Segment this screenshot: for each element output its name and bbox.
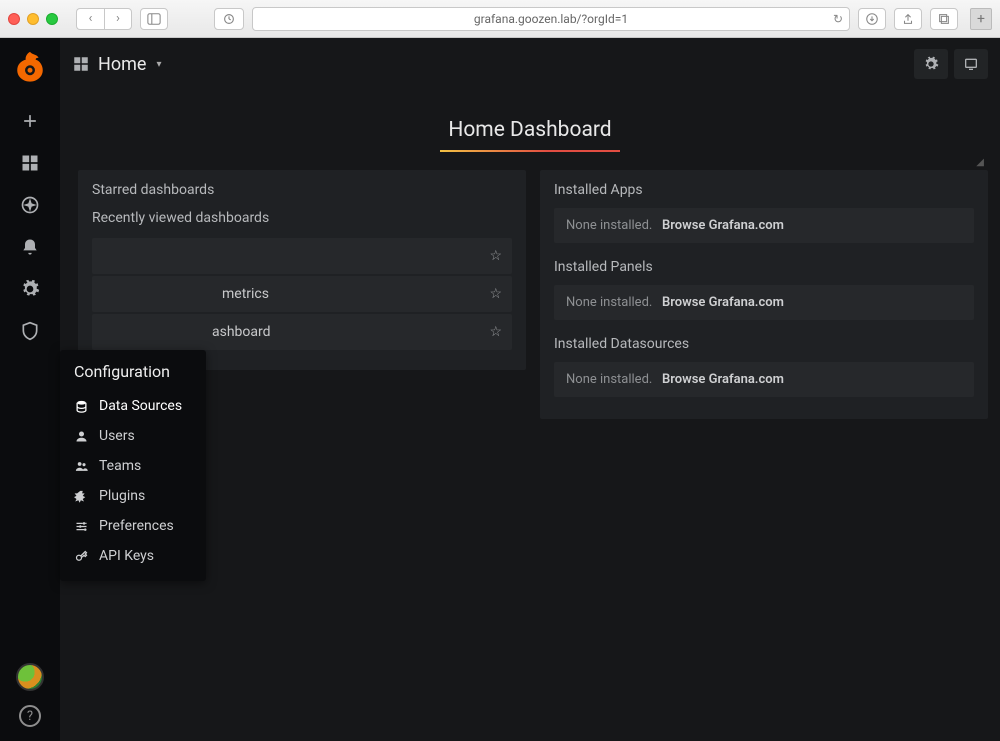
back-button[interactable]: ‹ [76, 8, 104, 30]
tabs-button[interactable] [930, 8, 958, 30]
dashboard-row-label: metrics [222, 286, 269, 302]
installed-apps-title: Installed Apps [554, 182, 974, 198]
minimize-window-button[interactable] [27, 13, 39, 25]
dashboard-row[interactable]: ☆ [92, 238, 512, 274]
star-icon[interactable]: ☆ [489, 286, 502, 302]
settings-button[interactable] [914, 49, 948, 79]
dashboard-picker[interactable]: Home ▾ [72, 54, 161, 75]
flyout-label: Plugins [99, 488, 145, 504]
sidebar-dashboards[interactable] [0, 142, 60, 184]
url-bar[interactable]: grafana.goozen.lab/?orgId=1 ↻ [252, 7, 850, 31]
sidebar: ? [0, 38, 60, 741]
dashboards-icon [72, 55, 90, 73]
configuration-flyout: Configuration Data Sources Users Teams P… [60, 350, 206, 581]
none-text: None installed. [566, 295, 652, 310]
flyout-item-data-sources[interactable]: Data Sources [60, 391, 206, 421]
reload-icon[interactable]: ↻ [833, 12, 843, 26]
star-icon[interactable]: ☆ [489, 324, 502, 340]
maximize-window-button[interactable] [46, 13, 58, 25]
flyout-title: Configuration [60, 360, 206, 391]
flyout-item-api-keys[interactable]: API Keys [60, 541, 206, 571]
dashboard-list-panel: Starred dashboards Recently viewed dashb… [78, 170, 526, 370]
new-tab-button[interactable]: + [970, 8, 992, 30]
share-button[interactable] [894, 8, 922, 30]
starred-title: Starred dashboards [92, 182, 512, 198]
dashboard-row-label: ashboard [212, 324, 271, 340]
dashboard-row[interactable]: metrics ☆ [92, 276, 512, 312]
flyout-label: Teams [99, 458, 141, 474]
hero: Home Dashboard ◢ [60, 90, 1000, 170]
installed-datasources-box: None installed. Browse Grafana.com [554, 362, 974, 397]
close-window-button[interactable] [8, 13, 20, 25]
flyout-label: Data Sources [99, 398, 182, 414]
browse-link[interactable]: Browse Grafana.com [662, 295, 784, 310]
installed-apps-box: None installed. Browse Grafana.com [554, 208, 974, 243]
help-button[interactable]: ? [19, 705, 41, 727]
browser-chrome: ‹ › grafana.goozen.lab/?orgId=1 ↻ + [0, 0, 1000, 38]
installed-panels-box: None installed. Browse Grafana.com [554, 285, 974, 320]
installed-datasources-title: Installed Datasources [554, 336, 974, 352]
none-text: None installed. [566, 218, 652, 233]
window-controls [8, 13, 58, 25]
page-title: Home Dashboard [448, 118, 611, 142]
flyout-item-preferences[interactable]: Preferences [60, 511, 206, 541]
flyout-label: API Keys [99, 548, 154, 564]
right-column: Installed Apps None installed. Browse Gr… [540, 170, 988, 729]
breadcrumb-text: Home [98, 54, 146, 75]
dashboard-row[interactable]: ashboard ☆ [92, 314, 512, 350]
recent-title: Recently viewed dashboards [92, 210, 512, 226]
cycle-view-button[interactable] [954, 49, 988, 79]
grafana-app: ? Configuration Data Sources Users Teams… [0, 38, 1000, 741]
user-avatar[interactable] [16, 663, 44, 691]
grafana-logo[interactable] [12, 48, 48, 84]
star-icon[interactable]: ☆ [489, 248, 502, 264]
flyout-item-users[interactable]: Users [60, 421, 206, 451]
downloads-button[interactable] [858, 8, 886, 30]
none-text: None installed. [566, 372, 652, 387]
flyout-item-teams[interactable]: Teams [60, 451, 206, 481]
sidebar-toggle-button[interactable] [140, 8, 168, 30]
browse-link[interactable]: Browse Grafana.com [662, 372, 784, 387]
flyout-label: Users [99, 428, 135, 444]
sidebar-explore[interactable] [0, 184, 60, 226]
browse-link[interactable]: Browse Grafana.com [662, 218, 784, 233]
forward-button[interactable]: › [104, 8, 132, 30]
title-underline [440, 150, 620, 152]
panel-resize-handle[interactable]: ◢ [976, 157, 984, 168]
nav-back-forward: ‹ › [76, 8, 132, 30]
reader-button[interactable] [214, 8, 244, 30]
sidebar-alerting[interactable] [0, 226, 60, 268]
flyout-item-plugins[interactable]: Plugins [60, 481, 206, 511]
url-text: grafana.goozen.lab/?orgId=1 [474, 12, 628, 26]
sidebar-configuration[interactable] [0, 268, 60, 310]
sidebar-create[interactable] [0, 100, 60, 142]
sidebar-server-admin[interactable] [0, 310, 60, 352]
installed-panels-title: Installed Panels [554, 259, 974, 275]
installed-panel: Installed Apps None installed. Browse Gr… [540, 170, 988, 419]
topbar: Home ▾ [60, 38, 1000, 90]
flyout-label: Preferences [99, 518, 174, 534]
chevron-down-icon: ▾ [156, 59, 161, 70]
